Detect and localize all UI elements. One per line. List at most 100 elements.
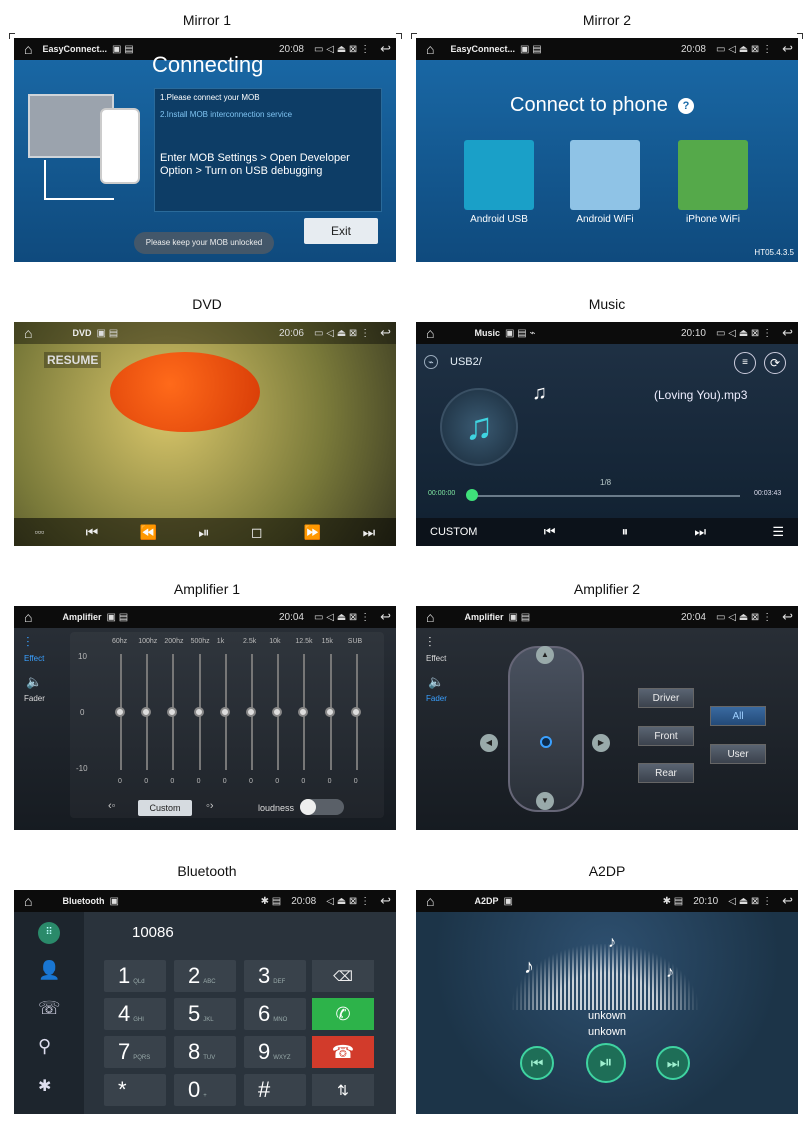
contacts-icon[interactable]: 👤 bbox=[38, 960, 60, 981]
prev-preset-icon[interactable]: ‹◦ bbox=[108, 800, 116, 812]
dial-key[interactable]: * bbox=[104, 1074, 166, 1106]
bluetooth-settings-icon[interactable]: ✱ bbox=[38, 1076, 51, 1096]
effect-tab-label[interactable]: Effect bbox=[24, 654, 44, 663]
rewind-icon[interactable]: ⏪ bbox=[140, 524, 157, 541]
back-icon[interactable]: ↩ bbox=[782, 325, 793, 341]
user-button[interactable]: User bbox=[710, 744, 766, 764]
android-usb-option[interactable] bbox=[464, 140, 534, 210]
previous-icon[interactable]: ⏮ bbox=[86, 524, 99, 541]
iphone-wifi-option[interactable] bbox=[678, 140, 748, 210]
next-preset-icon[interactable]: ◦› bbox=[206, 800, 214, 812]
help-icon[interactable]: ? bbox=[678, 98, 694, 114]
back-icon[interactable]: ↩ bbox=[380, 893, 391, 909]
music-screen: ⌂ Music ▣ ▤ ⌁ 20:10 ▭ ◁ ⏏ ⊠ ⋮ ↩ ⌁ USB2/ … bbox=[416, 322, 798, 546]
fader-tab-label[interactable]: Fader bbox=[24, 694, 45, 703]
dial-key[interactable]: 3 DEF bbox=[244, 960, 306, 992]
dial-key[interactable]: 9 WXYZ bbox=[244, 1036, 306, 1068]
front-button[interactable]: Front bbox=[638, 726, 694, 746]
progress-track[interactable] bbox=[468, 495, 740, 497]
fader-up-icon[interactable]: ▲ bbox=[536, 646, 554, 664]
home-icon[interactable]: ⌂ bbox=[426, 41, 434, 57]
status-bar: ⌂ Bluetooth ▣ ✱ ▤ 20:08 ◁ ⏏ ⊠ ⋮ ↩ bbox=[14, 890, 396, 912]
fader-tab-icon[interactable]: 🔈 bbox=[428, 674, 444, 690]
home-icon[interactable]: ⌂ bbox=[426, 325, 434, 341]
dial-key[interactable]: # bbox=[244, 1074, 306, 1106]
eq-band-value: 0 bbox=[275, 778, 280, 785]
eq-slider-knob[interactable] bbox=[324, 707, 335, 717]
back-icon[interactable]: ↩ bbox=[380, 325, 391, 341]
back-icon[interactable]: ↩ bbox=[380, 41, 391, 57]
exit-button[interactable]: Exit bbox=[304, 218, 378, 244]
back-icon[interactable]: ↩ bbox=[782, 609, 793, 625]
dvd-controls: ▫▫▫ ⏮ ⏪ ⏯ ◻ ⏩ ⏭ bbox=[14, 518, 396, 546]
equalizer-icon[interactable]: ≡ bbox=[734, 352, 756, 374]
loudness-toggle[interactable] bbox=[300, 799, 344, 815]
dialpad-tab-icon[interactable]: ⠿ bbox=[38, 922, 60, 944]
playlist-icon[interactable]: ☰ bbox=[772, 524, 784, 540]
fader-center-point[interactable] bbox=[540, 736, 552, 748]
eq-slider-knob[interactable] bbox=[219, 707, 230, 717]
fader-right-icon[interactable]: ▶ bbox=[592, 734, 610, 752]
corner-mark bbox=[797, 33, 803, 39]
eq-slider-knob[interactable] bbox=[193, 707, 204, 717]
effect-tab-icon[interactable]: ⫶ bbox=[26, 634, 30, 651]
menu-icon[interactable]: ▫▫▫ bbox=[35, 527, 45, 537]
eq-slider-knob[interactable] bbox=[115, 707, 125, 717]
fader-left-icon[interactable]: ◀ bbox=[480, 734, 498, 752]
android-wifi-option[interactable] bbox=[570, 140, 640, 210]
dial-key[interactable]: 2 ABC bbox=[174, 960, 236, 992]
next-button[interactable]: ⏭ bbox=[656, 1046, 690, 1080]
dial-key[interactable]: 4 GHI bbox=[104, 998, 166, 1030]
home-icon[interactable]: ⌂ bbox=[24, 609, 32, 625]
dial-key[interactable]: 8 TUV bbox=[174, 1036, 236, 1068]
play-pause-icon[interactable]: ⏯ bbox=[198, 524, 209, 541]
driver-button[interactable]: Driver bbox=[638, 688, 694, 708]
dial-key-digit: 4 bbox=[118, 1001, 131, 1026]
fader-tab-label[interactable]: Fader bbox=[426, 694, 447, 703]
repeat-icon[interactable]: ⟳ bbox=[764, 352, 786, 374]
eq-slider-knob[interactable] bbox=[350, 707, 361, 717]
previous-icon[interactable]: ⏮ bbox=[544, 524, 556, 540]
eq-band-value: 0 bbox=[353, 778, 358, 785]
effect-tab-icon[interactable]: ⫶ bbox=[428, 634, 432, 651]
mode-button[interactable]: CUSTOM bbox=[430, 526, 477, 538]
status-bar: ⌂ Music ▣ ▤ ⌁ 20:10 ▭ ◁ ⏏ ⊠ ⋮ ↩ bbox=[416, 322, 798, 344]
stop-icon[interactable]: ◻ bbox=[251, 524, 263, 541]
search-icon[interactable]: ⚲ bbox=[38, 1036, 51, 1057]
dial-key[interactable]: 5 JKL bbox=[174, 998, 236, 1030]
home-icon[interactable]: ⌂ bbox=[24, 893, 32, 909]
play-pause-button[interactable]: ⏯ bbox=[586, 1043, 626, 1083]
eq-band-value: 0 bbox=[118, 778, 122, 785]
home-icon[interactable]: ⌂ bbox=[24, 325, 32, 341]
preset-button[interactable]: Custom bbox=[138, 800, 192, 816]
dial-key[interactable]: 7 PQRS bbox=[104, 1036, 166, 1068]
dial-key[interactable]: 1 QLd bbox=[104, 960, 166, 992]
home-icon[interactable]: ⌂ bbox=[426, 609, 434, 625]
back-icon[interactable]: ↩ bbox=[782, 41, 793, 57]
rear-button[interactable]: Rear bbox=[638, 763, 694, 783]
back-icon[interactable]: ↩ bbox=[782, 893, 793, 909]
dial-key[interactable]: 6 MNO bbox=[244, 998, 306, 1030]
home-icon[interactable]: ⌂ bbox=[426, 893, 434, 909]
delete-button[interactable]: ⌫ bbox=[312, 960, 374, 992]
caption-amp2: Amplifier 2 bbox=[573, 581, 641, 597]
hangup-button[interactable]: ☎ bbox=[312, 1036, 374, 1068]
fader-down-icon[interactable]: ▼ bbox=[536, 792, 554, 810]
previous-button[interactable]: ⏮ bbox=[520, 1046, 554, 1080]
fast-forward-icon[interactable]: ⏩ bbox=[304, 524, 321, 541]
fader-tab-icon[interactable]: 🔈 bbox=[26, 674, 42, 690]
home-icon[interactable]: ⌂ bbox=[24, 41, 32, 57]
call-log-icon[interactable]: ☏ bbox=[38, 998, 61, 1019]
transfer-button[interactable]: ⇅ bbox=[312, 1074, 374, 1106]
dial-key[interactable]: 0 + bbox=[174, 1074, 236, 1106]
eq-slider-knob[interactable] bbox=[246, 707, 256, 717]
effect-tab-label[interactable]: Effect bbox=[426, 654, 446, 663]
all-button[interactable]: All bbox=[710, 706, 766, 726]
progress-knob[interactable] bbox=[466, 489, 478, 501]
eq-band-label: 2.5k bbox=[243, 638, 257, 645]
pause-icon[interactable]: ⏸ bbox=[622, 524, 629, 540]
call-button[interactable]: ✆ bbox=[312, 998, 374, 1030]
next-icon[interactable]: ⏭ bbox=[694, 524, 706, 540]
back-icon[interactable]: ↩ bbox=[380, 609, 391, 625]
next-icon[interactable]: ⏭ bbox=[363, 524, 376, 541]
